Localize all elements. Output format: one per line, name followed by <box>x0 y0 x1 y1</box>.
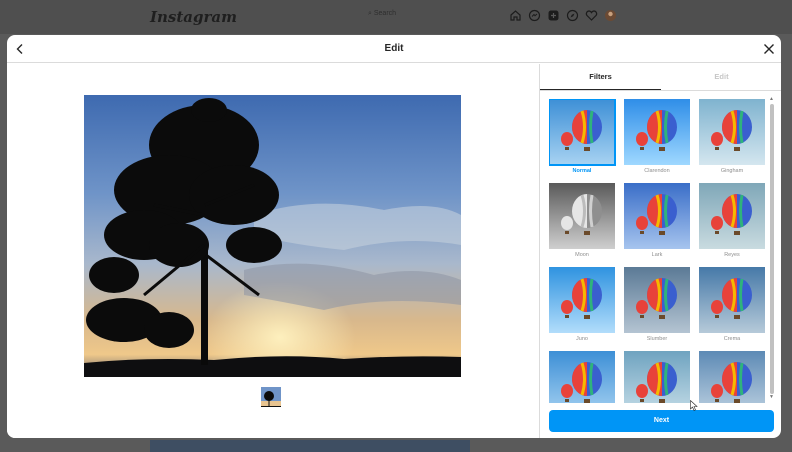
filter-thumbnail <box>699 99 765 165</box>
search-placeholder: Search <box>373 10 397 17</box>
filter-thumbnail <box>549 351 615 403</box>
feed-backdrop <box>150 440 470 452</box>
filter-label: Lark <box>651 252 663 258</box>
filter-thumbnail <box>549 183 615 249</box>
top-nav <box>509 9 617 22</box>
next-button[interactable]: Next <box>549 410 774 432</box>
photo-preview <box>84 95 461 377</box>
tab-edit[interactable]: Edit <box>661 72 781 81</box>
filter-label: Reyes <box>724 252 740 258</box>
scroll-down-arrow-icon[interactable]: ▼ <box>769 394 774 400</box>
photo-preview-area <box>7 64 539 438</box>
scrollbar-thumb[interactable] <box>770 104 774 394</box>
filter-thumbnail <box>624 351 690 403</box>
scroll-up-arrow-icon[interactable]: ▲ <box>769 96 774 102</box>
messenger-icon[interactable] <box>528 9 541 22</box>
instagram-logo[interactable]: Instagram <box>150 8 237 26</box>
filter-thumbnail <box>699 351 765 403</box>
filter-thumbnail <box>624 183 690 249</box>
filter-grid: Normal Clarendon Gingham Moon Lark Reyes Juno S… <box>549 99 765 403</box>
filter-label: Juno <box>576 336 588 342</box>
home-icon[interactable] <box>509 9 522 22</box>
modal-title: Edit <box>384 43 404 54</box>
filter-label: Gingham <box>720 168 744 174</box>
search-input[interactable]: ⌕ Search <box>368 10 396 18</box>
close-icon[interactable] <box>762 42 776 56</box>
edit-modal: Edit Filters Edit Normal Clarendon Gingh… <box>7 35 781 438</box>
filter-label: Moon <box>575 252 589 258</box>
heart-icon[interactable] <box>585 9 598 22</box>
filter-label: Slumber <box>646 336 668 342</box>
panel-tabs: Filters Edit <box>540 64 781 91</box>
new-post-icon[interactable] <box>547 9 560 22</box>
filter-thumbnail <box>624 99 690 165</box>
filter-label: Normal <box>572 168 592 174</box>
filter-thumbnail <box>624 267 690 333</box>
explore-icon[interactable] <box>566 9 579 22</box>
avatar[interactable] <box>604 9 617 22</box>
filter-thumbnail <box>699 183 765 249</box>
filter-thumbnail <box>549 267 615 333</box>
filter-label: Crema <box>723 336 741 342</box>
active-tab-underline <box>540 89 661 90</box>
filter-panel: Filters Edit Normal Clarendon Gingham Moon L… <box>539 64 781 438</box>
photo-thumbnail[interactable] <box>260 386 282 408</box>
modal-header: Edit <box>7 35 781 63</box>
filter-thumbnail <box>549 99 616 166</box>
mouse-cursor-icon <box>690 400 698 411</box>
filter-thumbnail <box>699 267 765 333</box>
tab-filters[interactable]: Filters <box>540 72 661 81</box>
instagram-top-bar: Instagram ⌕ Search <box>0 0 792 34</box>
filter-label: Clarendon <box>644 168 670 174</box>
